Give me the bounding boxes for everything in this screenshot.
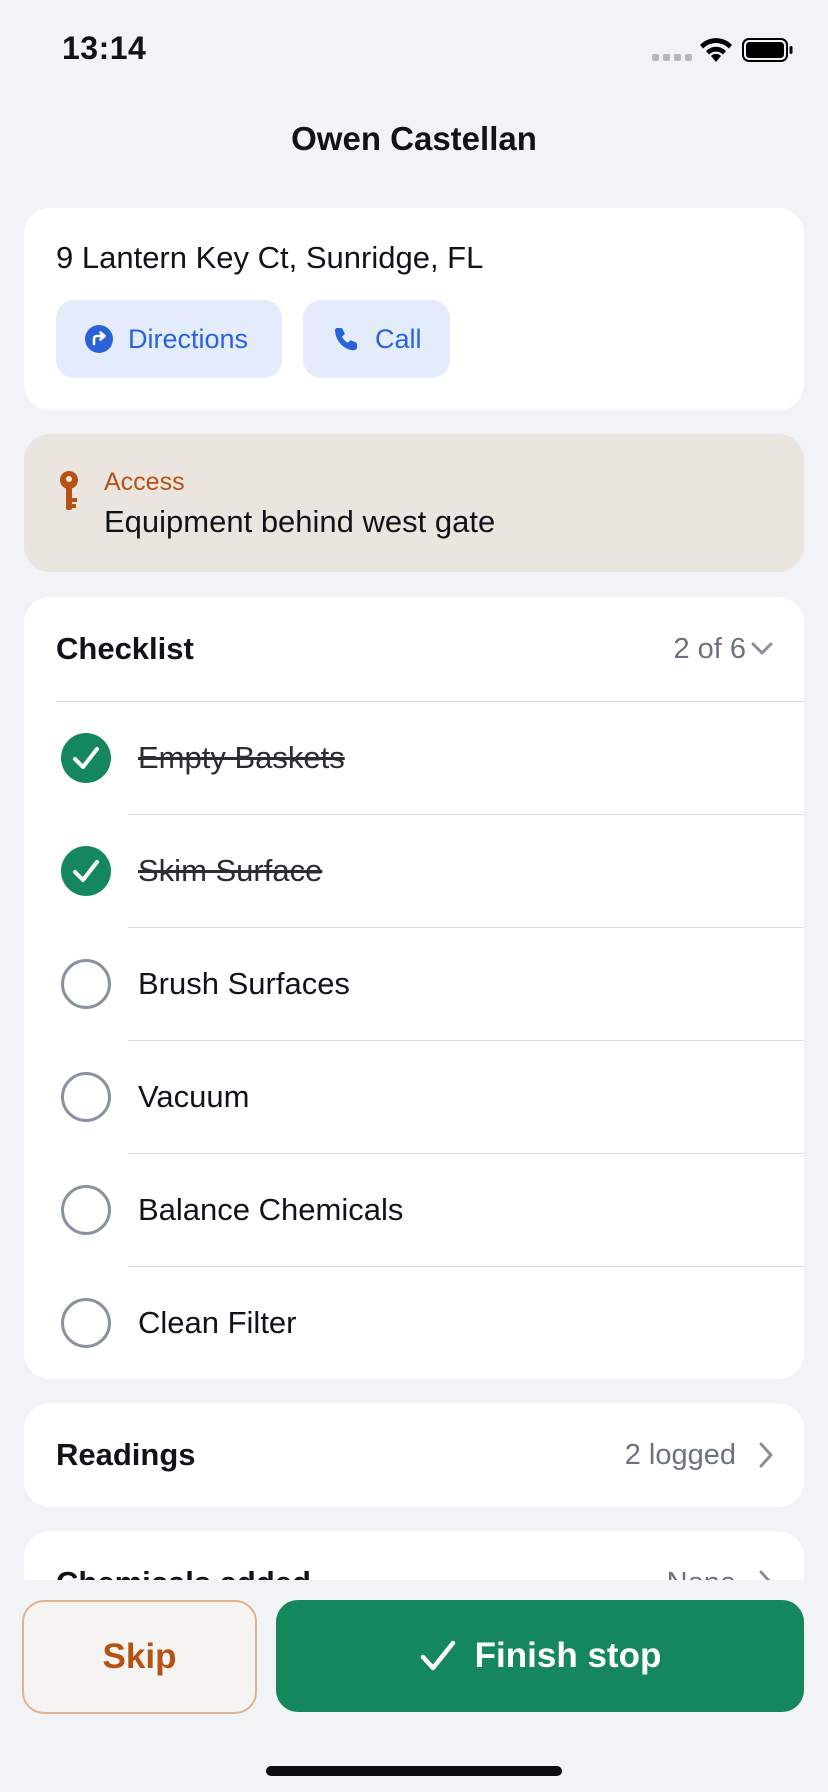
checklist-item-label: Clean Filter <box>138 1305 297 1340</box>
checklist-item[interactable]: Skim Surface <box>24 815 804 928</box>
directions-icon <box>85 325 113 353</box>
checked-circle-icon[interactable] <box>60 732 112 784</box>
page-title: Owen Castellan <box>291 120 537 157</box>
address-card: 9 Lantern Key Ct, Sunridge, FL Direction… <box>24 208 804 410</box>
home-indicator <box>266 1766 562 1776</box>
wifi-icon <box>700 38 732 62</box>
checked-circle-icon[interactable] <box>60 845 112 897</box>
address-text: 9 Lantern Key Ct, Sunridge, FL <box>56 240 484 275</box>
unchecked-circle-icon[interactable] <box>60 1184 112 1236</box>
readings-value: 2 logged <box>624 1439 736 1471</box>
checklist-title: Checklist <box>56 631 194 666</box>
cellular-signal-icon <box>652 54 692 61</box>
status-time: 13:14 <box>62 30 147 66</box>
access-card: Access Equipment behind west gate <box>24 434 804 572</box>
checklist-item[interactable]: Brush Surfaces <box>24 928 804 1041</box>
checklist-item-label: Balance Chemicals <box>138 1192 404 1227</box>
readings-row[interactable]: Readings 2 logged <box>24 1403 804 1507</box>
checklist-item[interactable]: Vacuum <box>24 1041 804 1154</box>
checklist-item-label: Empty Baskets <box>138 740 345 775</box>
unchecked-circle-icon[interactable] <box>60 1297 112 1349</box>
finish-stop-label: Finish stop <box>474 1636 662 1675</box>
call-label: Call <box>375 323 422 354</box>
access-label: Access <box>104 468 185 496</box>
stop-detail-screen: 13:14 Owen Castellan 9 Lantern Key Ct, S… <box>0 0 828 1792</box>
battery-icon <box>742 38 793 62</box>
checklist-count[interactable]: 2 of 6 <box>673 633 746 666</box>
unchecked-circle-icon[interactable] <box>60 1071 112 1123</box>
checklist-card: Checklist 2 of 6 Empty Baskets Skim Surfa… <box>24 597 804 1379</box>
checklist-item[interactable]: Clean Filter <box>24 1267 804 1379</box>
finish-stop-button[interactable]: Finish stop <box>276 1600 804 1712</box>
skip-button[interactable]: Skip <box>22 1600 257 1714</box>
checkmark-icon <box>420 1640 455 1671</box>
call-button[interactable]: Call <box>303 300 450 378</box>
directions-button[interactable]: Directions <box>56 300 282 378</box>
directions-label: Directions <box>128 323 249 354</box>
chevron-down-icon[interactable] <box>750 641 774 657</box>
phone-icon <box>335 328 357 351</box>
status-bar: 13:14 <box>0 0 828 100</box>
checklist-item[interactable]: Empty Baskets <box>24 702 804 815</box>
access-value: Equipment behind west gate <box>104 504 496 539</box>
readings-title: Readings <box>56 1437 196 1472</box>
checklist-item-label: Vacuum <box>138 1079 250 1114</box>
unchecked-circle-icon[interactable] <box>60 958 112 1010</box>
checklist-item-label: Skim Surface <box>138 853 323 888</box>
checklist-item-label: Brush Surfaces <box>138 966 350 1001</box>
key-icon <box>60 471 78 510</box>
bottom-action-bar: Skip Finish stop <box>0 1580 828 1792</box>
chevron-right-icon <box>759 1442 773 1468</box>
checklist-item[interactable]: Balance Chemicals <box>24 1154 804 1267</box>
